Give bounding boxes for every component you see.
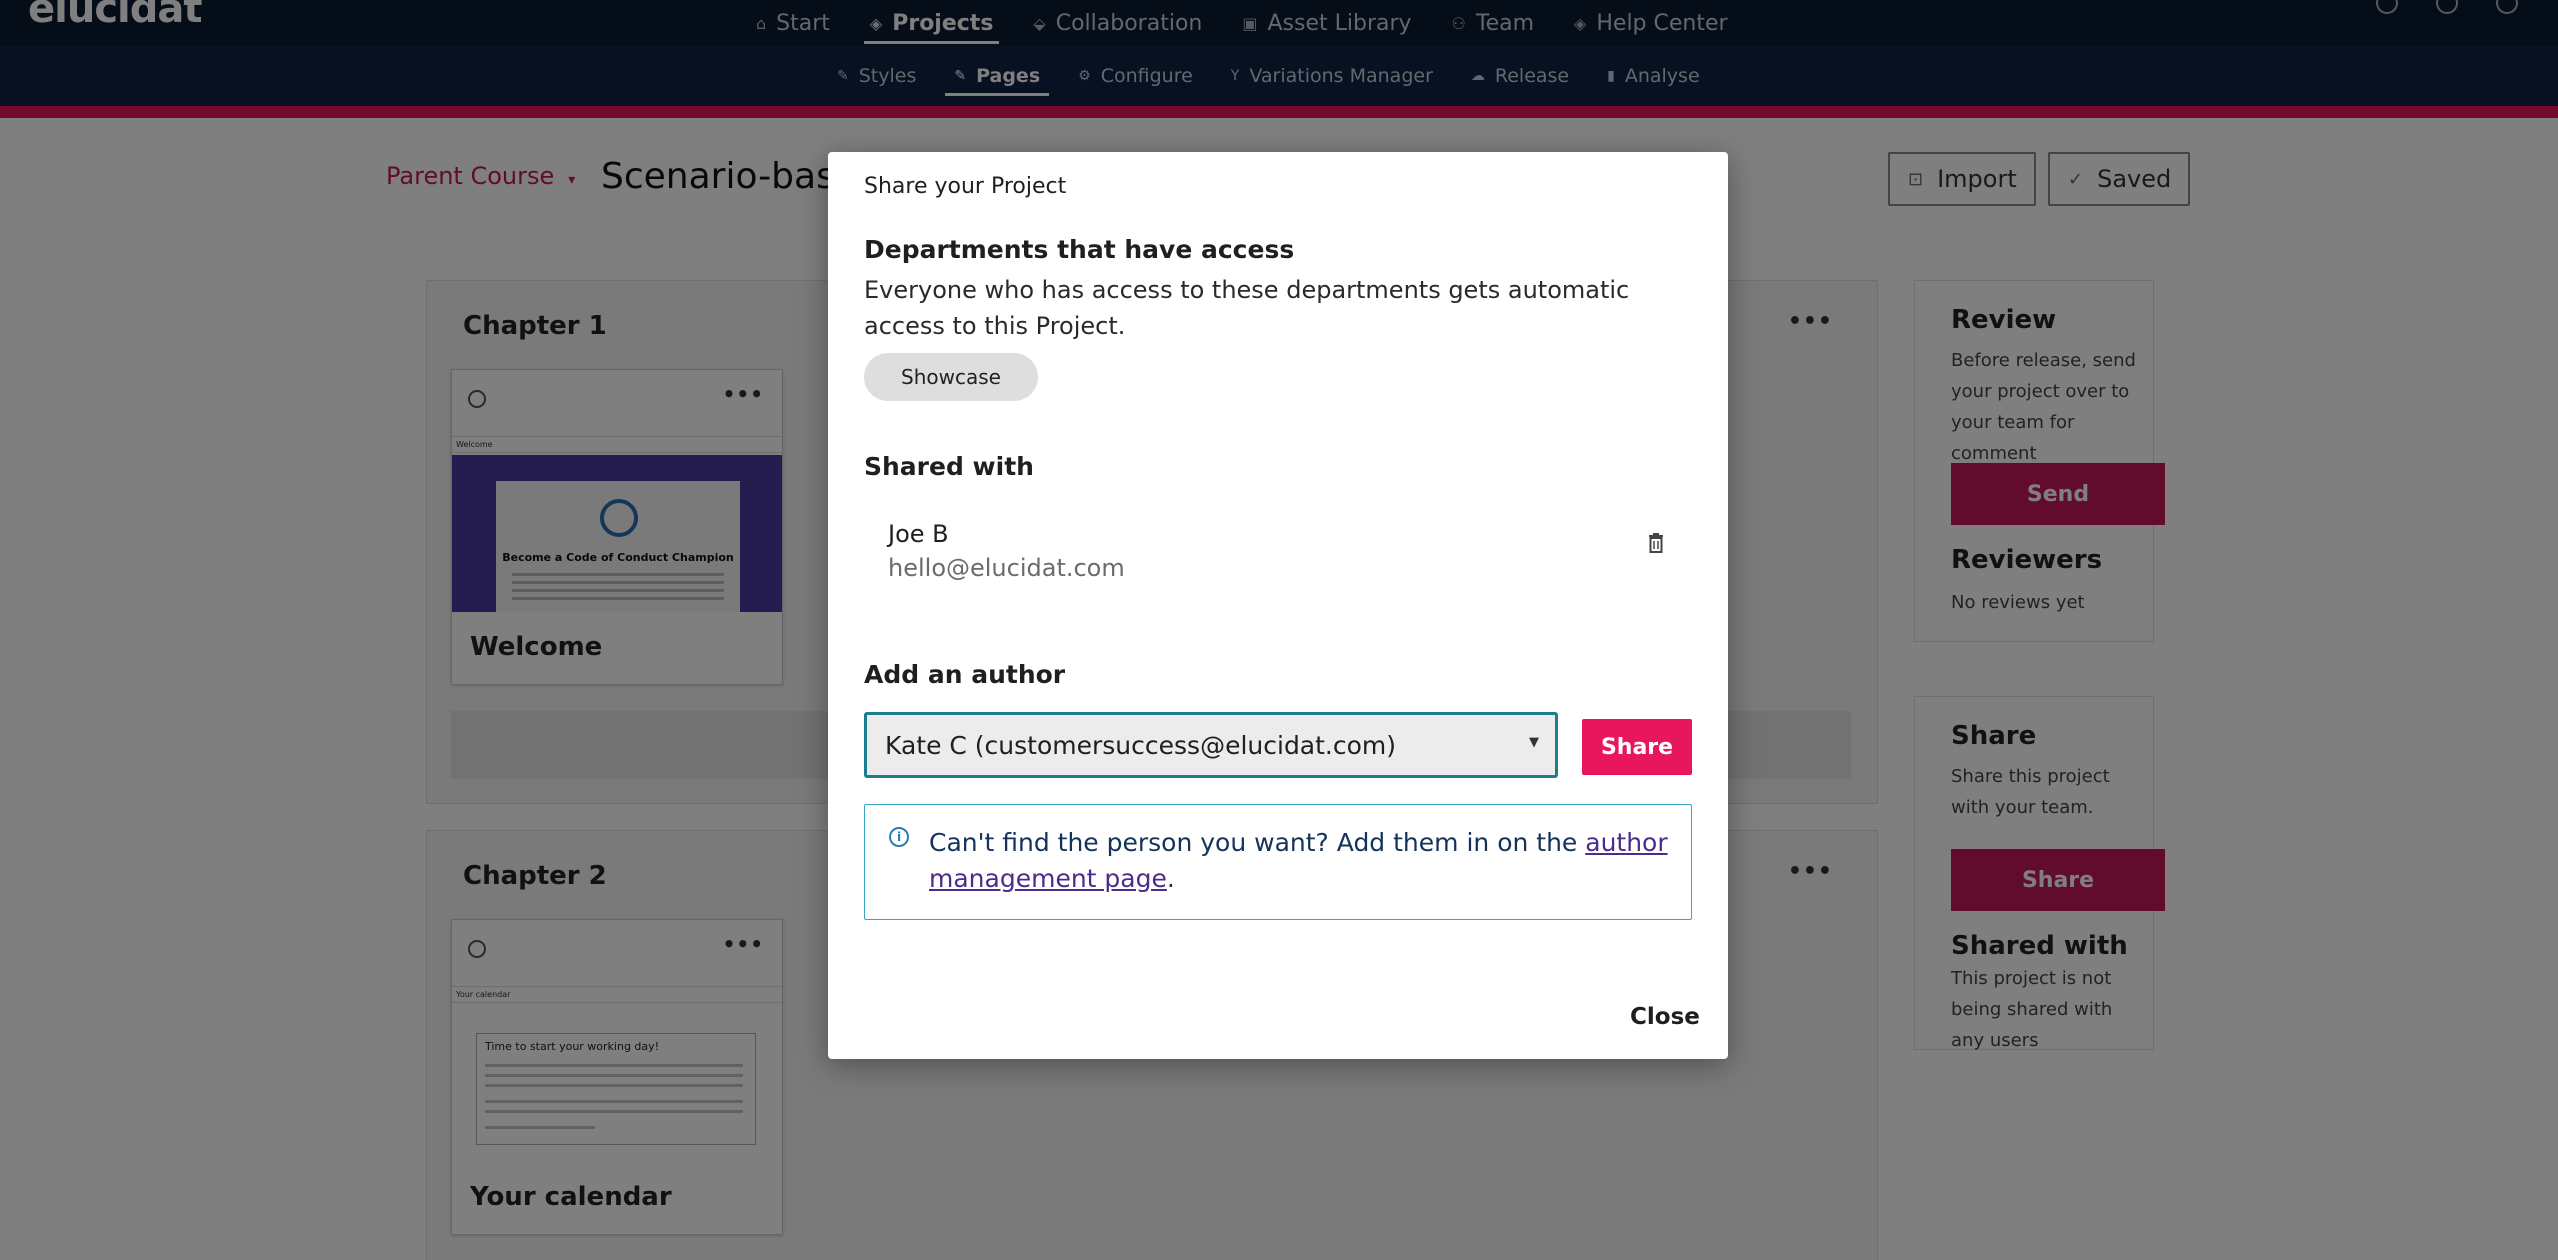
shared-with-heading: Shared with xyxy=(864,452,1034,481)
departments-heading: Departments that have access xyxy=(864,235,1295,264)
shared-user-name: Joe B xyxy=(888,520,949,548)
share-button[interactable]: Share xyxy=(1582,719,1692,775)
author-select-value: Kate C (customersuccess@elucidat.com) xyxy=(885,730,1397,760)
caret-down-icon: ▼ xyxy=(1529,735,1539,750)
info-text: Can't find the person you want? Add them… xyxy=(929,825,1669,897)
author-select[interactable]: Kate C (customersuccess@elucidat.com) ▼ xyxy=(864,712,1558,778)
share-project-modal: Share your Project Departments that have… xyxy=(828,152,1728,1059)
info-callout: i Can't find the person you want? Add th… xyxy=(864,804,1692,920)
trash-icon xyxy=(1649,533,1663,553)
info-text-before: Can't find the person you want? Add them… xyxy=(929,828,1586,857)
department-chip: Showcase xyxy=(864,353,1038,401)
delete-icon[interactable] xyxy=(1644,530,1668,556)
modal-title: Share your Project xyxy=(864,174,1067,199)
shared-user-email: hello@elucidat.com xyxy=(888,554,1125,582)
info-text-after: . xyxy=(1166,864,1175,893)
close-button[interactable]: Close xyxy=(1630,1004,1700,1030)
info-icon: i xyxy=(889,827,909,847)
add-author-heading: Add an author xyxy=(864,660,1066,689)
departments-description: Everyone who has access to these departm… xyxy=(864,276,1630,340)
